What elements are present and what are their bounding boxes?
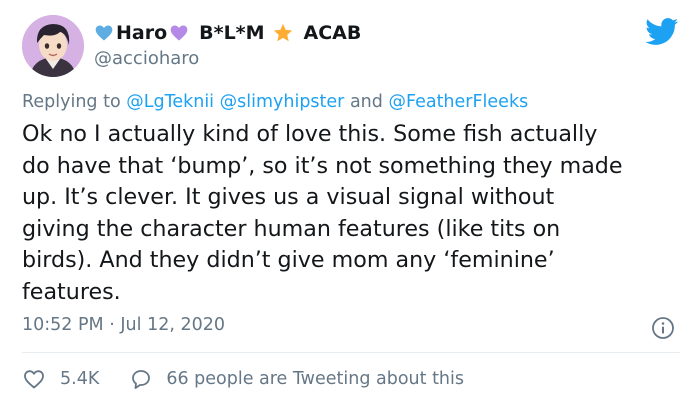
avatar[interactable]: [22, 15, 84, 77]
reply-context: Replying to @LgTeknii @slimyhipster and …: [22, 92, 528, 112]
tweet-line: giving the character human features (lik…: [22, 215, 561, 242]
blue-heart-icon: [94, 23, 114, 43]
display-name-end: ACAB: [303, 22, 362, 44]
tweet-actions: 5.4K 66 people are Tweeting about this: [22, 366, 464, 392]
reply-conjunction: and: [349, 92, 383, 112]
mention-lgteknii[interactable]: @LgTeknii: [126, 92, 214, 112]
mention-slimyhipster[interactable]: @slimyhipster: [220, 92, 345, 112]
conversation-link[interactable]: 66 people are Tweeting about this: [166, 369, 464, 389]
display-name-text: Haro: [116, 22, 168, 44]
star-icon: [272, 22, 294, 44]
tweet-line: birds). And they didn’t give mom any ‘fe…: [22, 247, 555, 274]
tweet-time: 10:52 PM: [22, 315, 104, 335]
display-name[interactable]: Haro B*L*M ACAB: [94, 20, 361, 46]
info-icon[interactable]: [651, 316, 675, 340]
tweet-line: features.: [22, 278, 121, 305]
tweet-card: Haro B*L*M ACAB @accioharo Replying to @…: [0, 0, 700, 406]
twitter-bird-icon[interactable]: [645, 18, 679, 46]
reply-prefix: Replying to: [22, 92, 121, 112]
tweet-date: Jul 12, 2020: [120, 315, 225, 335]
purple-heart-icon: [169, 23, 189, 43]
like-count[interactable]: 5.4K: [60, 369, 99, 389]
timestamp-separator: ·: [109, 315, 115, 335]
mention-featherfleeks[interactable]: @FeatherFleeks: [388, 92, 528, 112]
tweet-line: do have that ‘bump’, so it’s not somethi…: [22, 152, 623, 179]
user-handle[interactable]: @accioharo: [94, 48, 199, 69]
like-icon[interactable]: [22, 367, 46, 391]
conversation-icon[interactable]: [129, 367, 153, 391]
display-name-suffix: B*L*M: [199, 22, 265, 44]
divider: [22, 352, 680, 353]
tweet-line: up. It’s clever. It gives us a visual si…: [22, 184, 555, 211]
tweet-line: Ok no I actually kind of love this. Some…: [22, 121, 598, 147]
tweet-timestamp[interactable]: 10:52 PM · Jul 12, 2020: [22, 315, 225, 335]
tweet-text: Ok no I actually kind of love this. Some…: [22, 119, 687, 309]
